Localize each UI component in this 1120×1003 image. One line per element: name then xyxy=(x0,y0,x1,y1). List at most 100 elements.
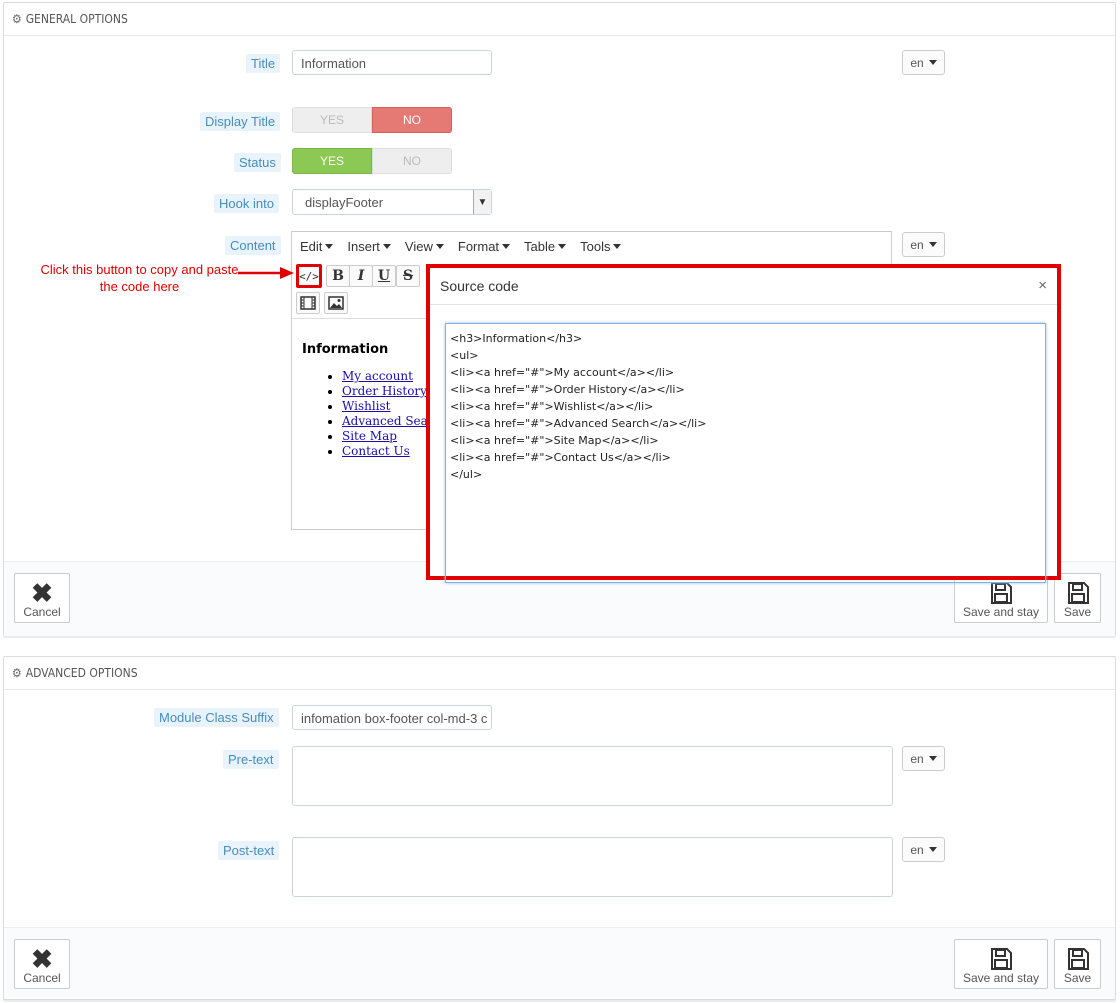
title-lang-dropdown[interactable]: en xyxy=(902,50,945,75)
list-item: Wishlist xyxy=(342,399,428,414)
close-icon: ✖ xyxy=(31,578,53,608)
general-options-heading: GENERAL OPTIONS xyxy=(25,12,128,26)
cogs-icon: ⚙ xyxy=(12,12,22,26)
underline-button[interactable]: U xyxy=(372,265,396,287)
list-item: My account xyxy=(342,369,428,384)
link-my-account[interactable]: My account xyxy=(342,369,413,383)
menu-format[interactable]: Format xyxy=(457,238,511,254)
link-advanced-search[interactable]: Advanced Sea xyxy=(342,414,428,428)
content-lang-dropdown[interactable]: en xyxy=(902,232,945,257)
general-options-header: ⚙ GENERAL OPTIONS xyxy=(4,3,1115,36)
cancel-button[interactable]: ✖ Cancel xyxy=(14,939,70,989)
content-link-list: My account Order History Wishlist Advanc… xyxy=(302,369,428,459)
insert-image-button[interactable] xyxy=(324,292,348,314)
list-item: Advanced Sea xyxy=(342,414,428,429)
list-item: Order History xyxy=(342,384,428,399)
save-button[interactable]: Save xyxy=(1054,573,1101,623)
pre-text-lang-value: en xyxy=(910,751,924,766)
caret-down-icon xyxy=(928,847,937,852)
advanced-footer-bar: ✖ Cancel Save and stay Save xyxy=(4,927,1115,998)
status-switch[interactable]: YES NO xyxy=(292,148,452,174)
hook-select[interactable]: displayFooter ▼ xyxy=(292,189,492,215)
content-lang-value: en xyxy=(910,237,924,252)
save-label: Save xyxy=(1063,971,1092,985)
strikethrough-button[interactable]: S xyxy=(396,265,420,287)
cancel-label: Cancel xyxy=(23,605,61,619)
annotation-arrow-icon xyxy=(238,267,294,279)
link-contact-us[interactable]: Contact Us xyxy=(342,444,410,458)
title-input[interactable]: Information xyxy=(292,50,492,75)
caret-down-icon xyxy=(325,243,334,249)
menu-insert[interactable]: Insert xyxy=(347,239,391,254)
italic-button[interactable]: I xyxy=(349,265,373,287)
menu-view[interactable]: View xyxy=(405,239,444,254)
link-order-history[interactable]: Order History xyxy=(342,384,427,398)
source-code-dialog-title: Source code xyxy=(440,278,519,294)
source-code-button[interactable]: </> xyxy=(296,264,322,288)
display-title-switch[interactable]: YES NO xyxy=(292,107,452,133)
strikethrough-icon: S xyxy=(402,268,414,284)
menu-edit[interactable]: Edit xyxy=(300,239,334,254)
menu-format-label: Format xyxy=(457,238,500,254)
editor-content[interactable]: Information My account Order History Wis… xyxy=(302,342,428,459)
floppy-icon xyxy=(1067,582,1089,604)
status-yes[interactable]: YES xyxy=(292,148,372,174)
hook-select-value: displayFooter xyxy=(305,194,384,210)
status-no[interactable]: NO xyxy=(372,148,452,174)
menu-insert-label: Insert xyxy=(347,238,380,254)
source-code-dialog: Source code × <h3>Information</h3> <ul> … xyxy=(426,264,1061,583)
post-text-lang-value: en xyxy=(910,842,924,857)
floppy-icon xyxy=(991,948,1012,970)
select-arrow-icon: ▼ xyxy=(473,190,491,214)
menu-view-label: View xyxy=(404,238,433,254)
advanced-options-header: ⚙ ADVANCED OPTIONS xyxy=(4,657,1115,690)
caret-down-icon xyxy=(928,242,937,247)
italic-icon: I xyxy=(357,268,365,284)
save-and-stay-button[interactable]: Save and stay xyxy=(954,939,1048,989)
list-item: Contact Us xyxy=(342,444,428,459)
caret-down-icon xyxy=(502,243,511,249)
advanced-options-heading: ADVANCED OPTIONS xyxy=(25,666,138,680)
display-title-label: Display Title xyxy=(200,112,281,131)
caret-down-icon xyxy=(928,756,937,761)
cogs-icon: ⚙ xyxy=(12,666,22,680)
menu-tools-label: Tools xyxy=(580,238,611,254)
pre-text-label: Pre-text xyxy=(223,750,279,769)
hook-label: Hook into xyxy=(214,194,279,213)
image-icon xyxy=(328,296,344,310)
cancel-button[interactable]: ✖ Cancel xyxy=(14,573,70,623)
link-site-map[interactable]: Site Map xyxy=(342,429,397,443)
close-icon[interactable]: × xyxy=(1038,277,1047,294)
caret-down-icon xyxy=(382,243,391,249)
bold-icon: B xyxy=(332,268,344,284)
cancel-label: Cancel xyxy=(23,971,61,985)
post-text-label: Post-text xyxy=(218,841,280,860)
list-item: Site Map xyxy=(342,429,428,444)
underline-icon: U xyxy=(377,268,391,284)
menu-table-label: Table xyxy=(524,238,556,254)
floppy-icon xyxy=(1067,948,1089,970)
caret-down-icon xyxy=(435,243,444,249)
pre-text-textarea[interactable] xyxy=(292,746,893,806)
post-text-lang-dropdown[interactable]: en xyxy=(902,837,945,862)
menu-table[interactable]: Table xyxy=(524,238,567,254)
source-code-dialog-header: Source code × xyxy=(430,268,1057,305)
post-text-textarea[interactable] xyxy=(292,837,893,897)
film-icon xyxy=(300,296,316,310)
insert-video-button[interactable] xyxy=(296,292,320,314)
bold-button[interactable]: B xyxy=(326,265,350,287)
link-wishlist[interactable]: Wishlist xyxy=(342,399,391,413)
save-label: Save xyxy=(1063,605,1092,619)
save-button[interactable]: Save xyxy=(1054,939,1101,989)
content-heading: Information xyxy=(302,342,389,357)
source-code-icon: </> xyxy=(299,269,319,283)
caret-down-icon xyxy=(558,243,567,249)
pre-text-lang-dropdown[interactable]: en xyxy=(902,746,945,771)
display-title-no[interactable]: NO xyxy=(372,107,452,133)
source-code-textarea[interactable]: <h3>Information</h3> <ul> <li><a href="#… xyxy=(445,323,1046,583)
menu-tools[interactable]: Tools xyxy=(580,238,622,254)
display-title-yes[interactable]: YES xyxy=(292,107,372,133)
caret-down-icon xyxy=(928,60,937,65)
status-label: Status xyxy=(234,153,281,172)
module-class-suffix-input[interactable]: infomation box-footer col-md-3 c xyxy=(292,705,492,730)
